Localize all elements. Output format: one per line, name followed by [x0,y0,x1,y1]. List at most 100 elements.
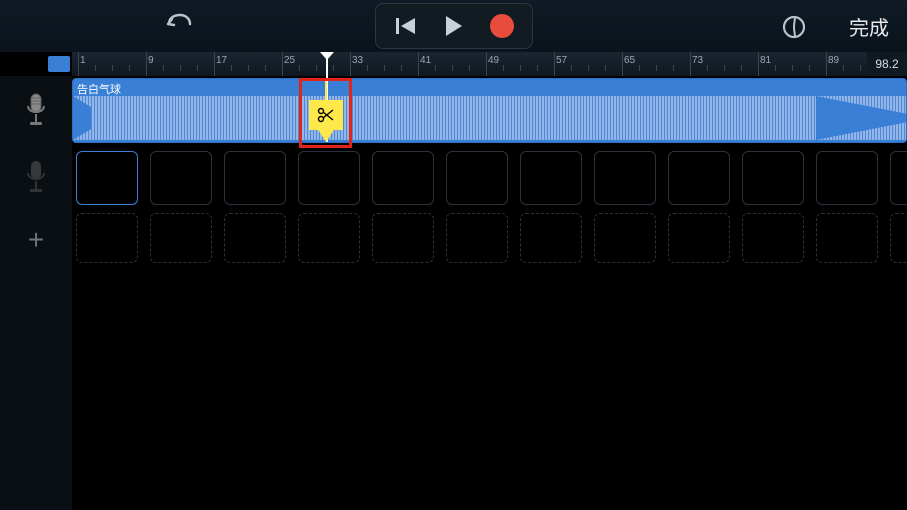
cycle-region-marker[interactable] [48,56,70,72]
play-icon [444,15,464,37]
loop-cell[interactable] [890,151,907,205]
loop-cell[interactable] [520,213,582,263]
ruler-subtick [639,65,640,71]
ruler-tick-label: 25 [284,55,295,66]
loop-cell[interactable] [372,213,434,263]
ruler-subtick [469,65,470,71]
loop-cell[interactable] [372,151,434,205]
loop-cell[interactable] [446,151,508,205]
ruler-subtick [401,65,402,71]
record-button[interactable] [478,6,526,46]
scissors-icon [317,106,335,124]
loop-browser-button[interactable] [781,14,807,45]
undo-icon [165,12,193,36]
ruler-tick-label: 41 [420,55,431,66]
ruler-tick [146,52,147,76]
go-to-start-button[interactable] [382,6,430,46]
tracks-area: + 告白气球 [0,76,907,510]
loop-cell[interactable] [594,151,656,205]
loop-cell[interactable] [668,151,730,205]
ruler-subtick [95,65,96,71]
add-track-button[interactable]: + [0,210,72,270]
loop-cell[interactable] [890,213,907,263]
ruler-tick [78,52,79,76]
ruler-subtick [299,65,300,71]
track-header-1[interactable] [0,76,72,143]
loop-cell[interactable] [224,151,286,205]
waveform [73,96,906,140]
ruler-subtick [537,65,538,71]
live-loops-row-1 [72,149,907,209]
split-marker-tail [317,128,335,142]
ruler-subtick [231,65,232,71]
transport-controls [375,3,533,49]
ruler-subtick [843,65,844,71]
ruler-subtick [316,65,317,71]
loop-cell[interactable] [816,151,878,205]
ruler-subtick [367,65,368,71]
ruler-subtick [435,65,436,71]
done-button[interactable]: 完成 [849,12,889,41]
ruler-subtick [588,65,589,71]
ruler-tick [350,52,351,76]
ruler-subtick [163,65,164,71]
ruler-tick-label: 65 [624,55,635,66]
ruler-tick-label: 33 [352,55,363,66]
ruler-tick [690,52,691,76]
ruler-subtick [248,65,249,71]
ruler-tick [554,52,555,76]
ruler-tick [282,52,283,76]
ruler-subtick [724,65,725,71]
ruler-subtick [180,65,181,71]
track-lanes: 告白气球 [72,76,907,269]
split-position-line [325,78,327,102]
split-marker-button[interactable] [309,100,343,130]
ruler-tick [826,52,827,76]
skip-back-icon [395,16,417,36]
loop-cell[interactable] [298,213,360,263]
region-title: 告白气球 [77,81,121,97]
loop-cell[interactable] [668,213,730,263]
loop-cell[interactable] [150,151,212,205]
loop-cell[interactable] [446,213,508,263]
loop-cell[interactable] [594,213,656,263]
ruler-subtick [197,65,198,71]
ruler-tick [214,52,215,76]
playhead-handle[interactable] [320,52,334,60]
track-headers: + [0,76,72,510]
ruler-subtick [384,65,385,71]
ruler-tick-label: 81 [760,55,771,66]
ruler-tick-label: 17 [216,55,227,66]
play-button[interactable] [430,6,478,46]
loop-cell[interactable] [742,213,804,263]
ruler-subtick [707,65,708,71]
ruler-tick-label: 1 [80,55,86,66]
ruler-subtick [860,65,861,71]
timeline-ruler[interactable]: 1917253341495765738189 [72,52,907,76]
ruler-tick [486,52,487,76]
ruler-subtick [265,65,266,71]
loop-cell[interactable] [76,151,138,205]
plus-icon: + [28,224,44,256]
track-header-2[interactable] [0,143,72,210]
loop-cell[interactable] [816,213,878,263]
loop-cell[interactable] [150,213,212,263]
ruler-tick-label: 73 [692,55,703,66]
undo-button[interactable] [165,12,193,41]
loop-cell[interactable] [224,213,286,263]
ruler-tick [622,52,623,76]
loop-cell[interactable] [520,151,582,205]
live-loops-row-2 [72,209,907,269]
loop-cell[interactable] [742,151,804,205]
ruler-subtick [792,65,793,71]
ruler-subtick [129,65,130,71]
top-toolbar: 完成 [0,0,907,52]
record-icon [490,14,514,38]
loop-cell[interactable] [298,151,360,205]
microphone-icon [22,92,50,128]
ruler-subtick [452,65,453,71]
loop-icon [781,14,807,40]
audio-region[interactable]: 告白气球 [72,78,907,143]
loop-cell[interactable] [76,213,138,263]
ruler-tick-label: 57 [556,55,567,66]
